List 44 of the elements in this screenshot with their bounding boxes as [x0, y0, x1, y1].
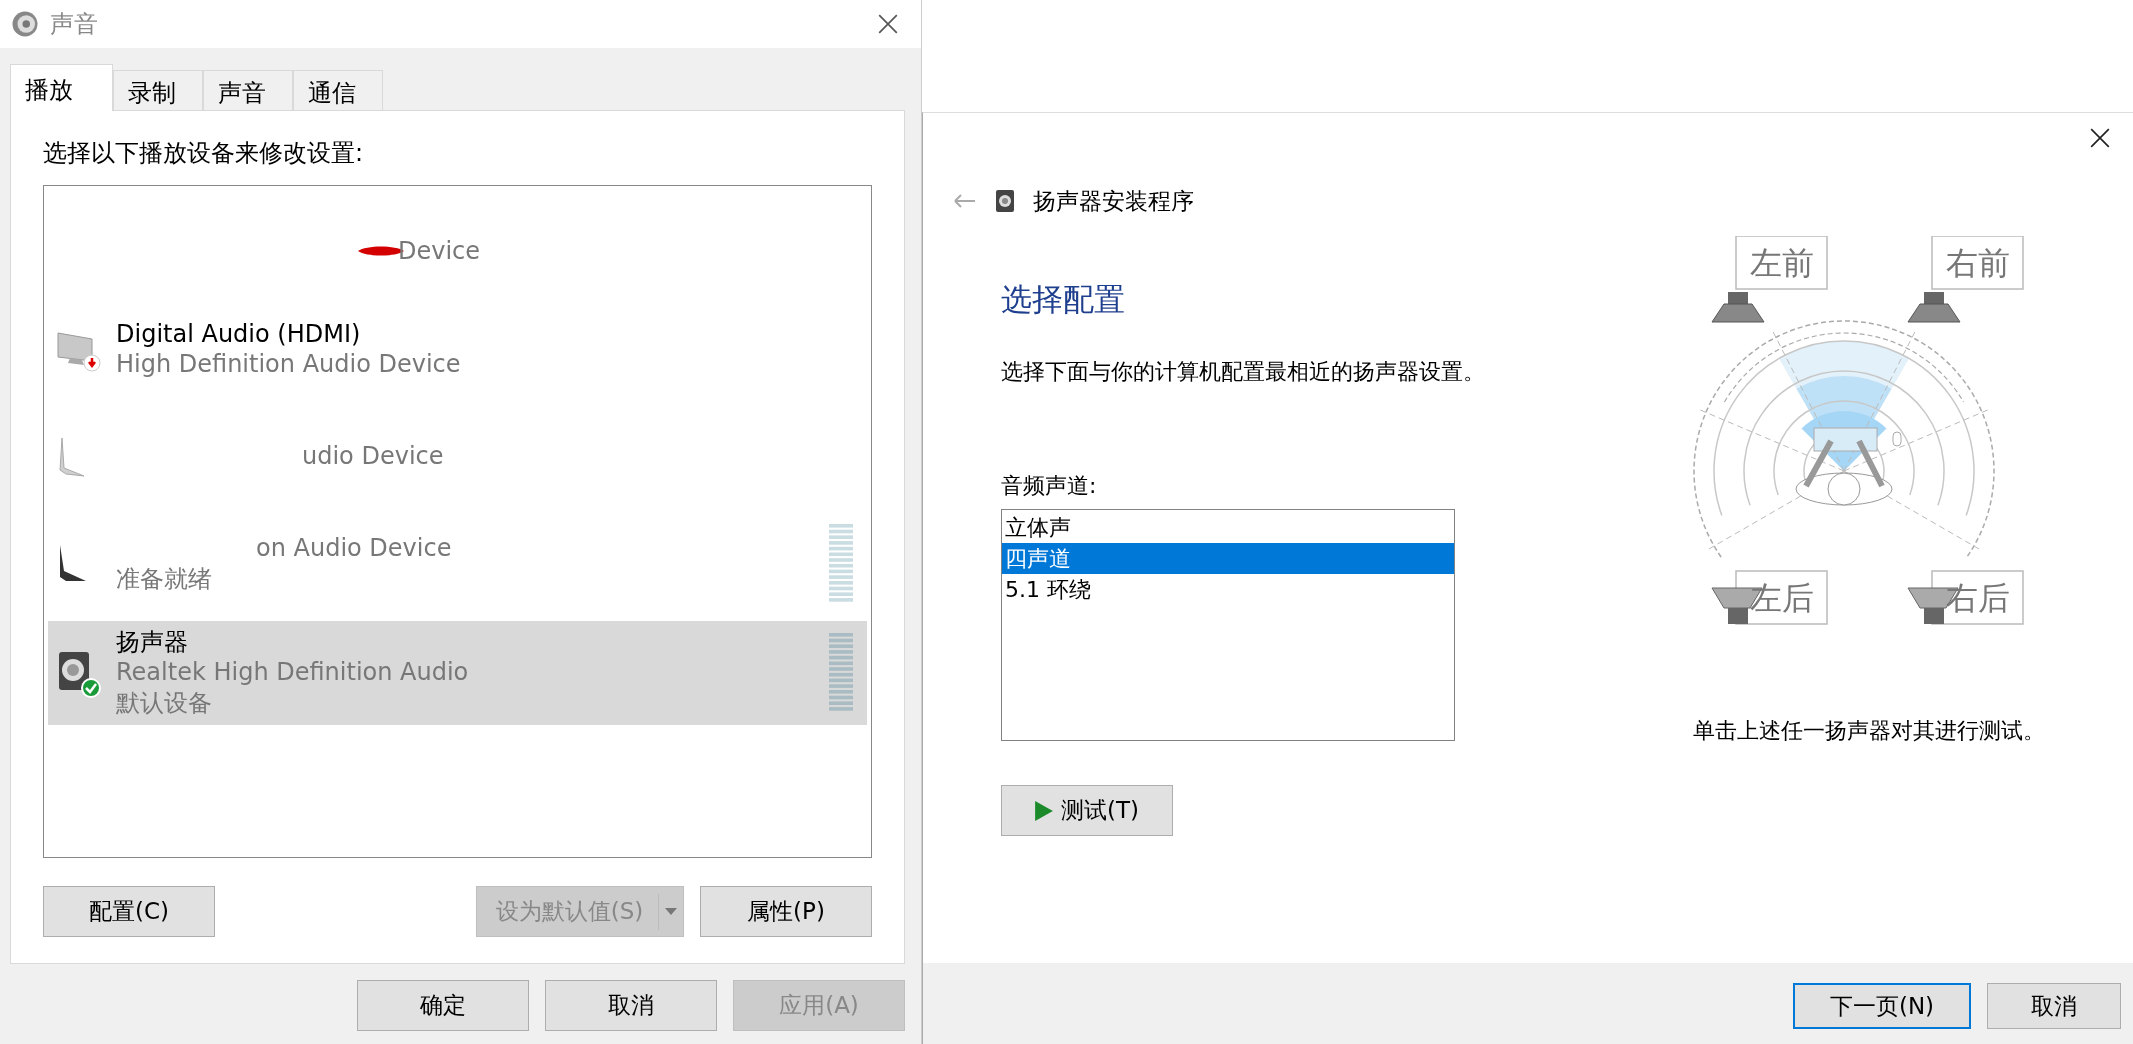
instruction-text: 选择以下播放设备来修改设置: — [43, 138, 365, 169]
channel-option[interactable]: 立体声 — [1002, 512, 1454, 543]
speaker-option[interactable]: 左前 — [1711, 236, 1828, 323]
dialog-button[interactable]: 属性(P) — [700, 886, 872, 937]
hint-text: 单击上述任一扬声器对其进行测试。 — [1693, 717, 2045, 745]
close-icon — [877, 13, 899, 35]
device-description: Realtek High Definition Audio — [116, 657, 470, 688]
device-row[interactable]: Digital Audio (HDMI) High Definition Audio Device — [48, 296, 867, 403]
volume-meter-icon — [829, 523, 853, 604]
dialog-button[interactable]: 配置(C) — [43, 886, 215, 937]
volume-meter-icon — [829, 633, 853, 713]
description-text: 选择下面与你的计算机配置最相近的扬声器设置。 — [1001, 358, 1486, 386]
device-description: High Definition Audio Device — [116, 349, 462, 380]
channel-option[interactable]: 5.1 环绕 — [1002, 574, 1454, 605]
device-name: Digital Audio (HDMI) — [116, 319, 361, 349]
wizard-title: 扬声器安装程序 — [1033, 186, 1194, 216]
window-title: 声音 — [50, 9, 99, 40]
device-row[interactable]: Device — [48, 186, 867, 296]
speaker-icon — [995, 189, 1015, 213]
device-row[interactable]: 扬声器 Realtek High Definition Audio 默认设备 — [48, 621, 867, 725]
play-icon — [1035, 800, 1053, 821]
tab[interactable]: 通信 — [293, 70, 383, 110]
speaker-icon — [10, 9, 40, 39]
dialog-button[interactable]: 确定 — [357, 980, 529, 1031]
wizard-button[interactable]: 取消 — [1987, 983, 2121, 1029]
device-description: on Audio Device — [255, 532, 453, 564]
dialog-button[interactable]: 取消 — [545, 980, 717, 1031]
device-description: udio Device — [301, 441, 445, 472]
device-name: 扬声器 — [116, 627, 188, 657]
channel-option[interactable]: 四声道 — [1002, 543, 1454, 574]
test-button[interactable]: 测试(T) — [1001, 785, 1173, 836]
device-status: 准备就绪 — [116, 563, 213, 595]
device-row[interactable]: on Audio Device 准备就绪 — [48, 510, 867, 617]
close-icon — [2089, 127, 2111, 149]
wizard-button[interactable]: 下一页(N) — [1793, 983, 1971, 1029]
tab[interactable]: 声音 — [203, 70, 293, 110]
device-status: 默认设备 — [116, 688, 213, 719]
channels-label: 音频声道: — [1001, 472, 1098, 500]
speaker-option[interactable]: 右前 — [1907, 236, 2024, 323]
device-name: Device — [398, 236, 481, 266]
tab[interactable]: 播放 — [10, 64, 113, 111]
device-row[interactable]: udio Device — [48, 403, 867, 510]
page-heading: 选择配置 — [1001, 280, 1126, 319]
tab[interactable]: 录制 — [113, 70, 203, 110]
